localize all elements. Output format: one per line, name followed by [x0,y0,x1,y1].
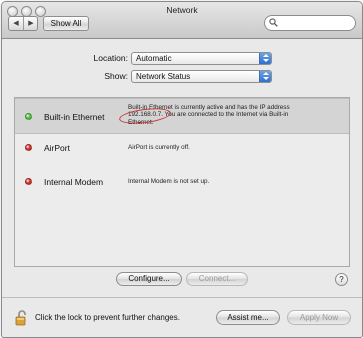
location-popup[interactable]: Automatic [131,52,272,65]
popup-arrows-icon [259,53,271,64]
connect-button[interactable]: Connect... [186,272,248,286]
back-forward-control: ◀ ▶ [8,16,38,31]
lock-message: Click the lock to prevent further change… [35,313,180,322]
status-dot-red-icon [25,178,32,185]
footer-separator [2,297,362,298]
configure-button[interactable]: Configure... [116,272,182,286]
status-dot-red-icon [25,144,32,151]
service-name: Internal Modem [44,177,104,187]
show-label: Show: [104,71,128,81]
status-line: AirPort is currently off. [128,144,190,151]
service-status-text: Internal Modem is not set up. [128,178,328,185]
toolbar: Network ◀ ▶ Show All [2,2,362,39]
location-label: Location: [93,53,129,63]
network-status-list: Built-in Ethernet Built-in Ethernet is c… [14,97,350,267]
forward-arrow-icon[interactable]: ▶ [24,17,38,30]
status-line: Internal Modem is not set up. [128,178,210,185]
network-preferences-window: Network ◀ ▶ Show All Location: Automatic… [1,1,363,338]
show-popup[interactable]: Network Status [131,70,272,83]
search-field[interactable] [264,15,356,31]
service-name: AirPort [44,143,70,153]
show-value: Network Status [136,72,191,81]
lock-icon[interactable] [15,309,29,326]
popup-arrows-icon [259,71,271,82]
location-value: Automatic [136,54,172,63]
apply-now-button[interactable]: Apply Now [287,310,351,325]
service-row-built-in-ethernet[interactable]: Built-in Ethernet Built-in Ethernet is c… [15,98,349,134]
window-title: Network [166,5,198,15]
service-row-airport[interactable]: AirPort AirPort is currently off. [15,134,349,170]
help-button[interactable]: ? [335,273,348,286]
service-row-internal-modem[interactable]: Internal Modem Internal Modem is not set… [15,170,349,206]
status-dot-green-icon [25,113,32,120]
assist-me-button[interactable]: Assist me... [216,310,280,325]
search-icon [269,18,278,27]
back-arrow-icon[interactable]: ◀ [9,17,23,30]
show-all-button[interactable]: Show All [43,16,89,31]
service-name: Built-in Ethernet [44,112,105,122]
search-input[interactable] [281,17,351,29]
service-status-text: AirPort is currently off. [128,144,328,151]
